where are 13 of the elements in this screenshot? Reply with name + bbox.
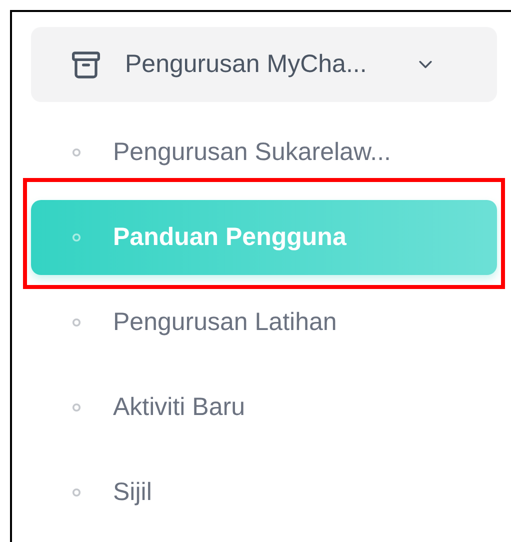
archive-box-icon	[69, 48, 103, 80]
menu-group-header[interactable]: Pengurusan MyCha...	[31, 27, 497, 102]
bullet-icon	[72, 403, 81, 412]
bullet-icon	[72, 488, 81, 497]
menu-item[interactable]: Pengurusan Latihan	[31, 285, 497, 360]
bullet-icon	[72, 318, 81, 327]
bullet-icon	[72, 148, 81, 157]
menu-group-label: Pengurusan MyCha...	[125, 50, 367, 79]
menu-item[interactable]: Aktiviti Baru	[31, 370, 497, 445]
bullet-icon	[72, 233, 81, 242]
menu-item[interactable]: Sijil	[31, 455, 497, 530]
menu-item[interactable]: Pengurusan Sukarelaw...	[31, 115, 497, 190]
chevron-icon	[418, 60, 432, 69]
